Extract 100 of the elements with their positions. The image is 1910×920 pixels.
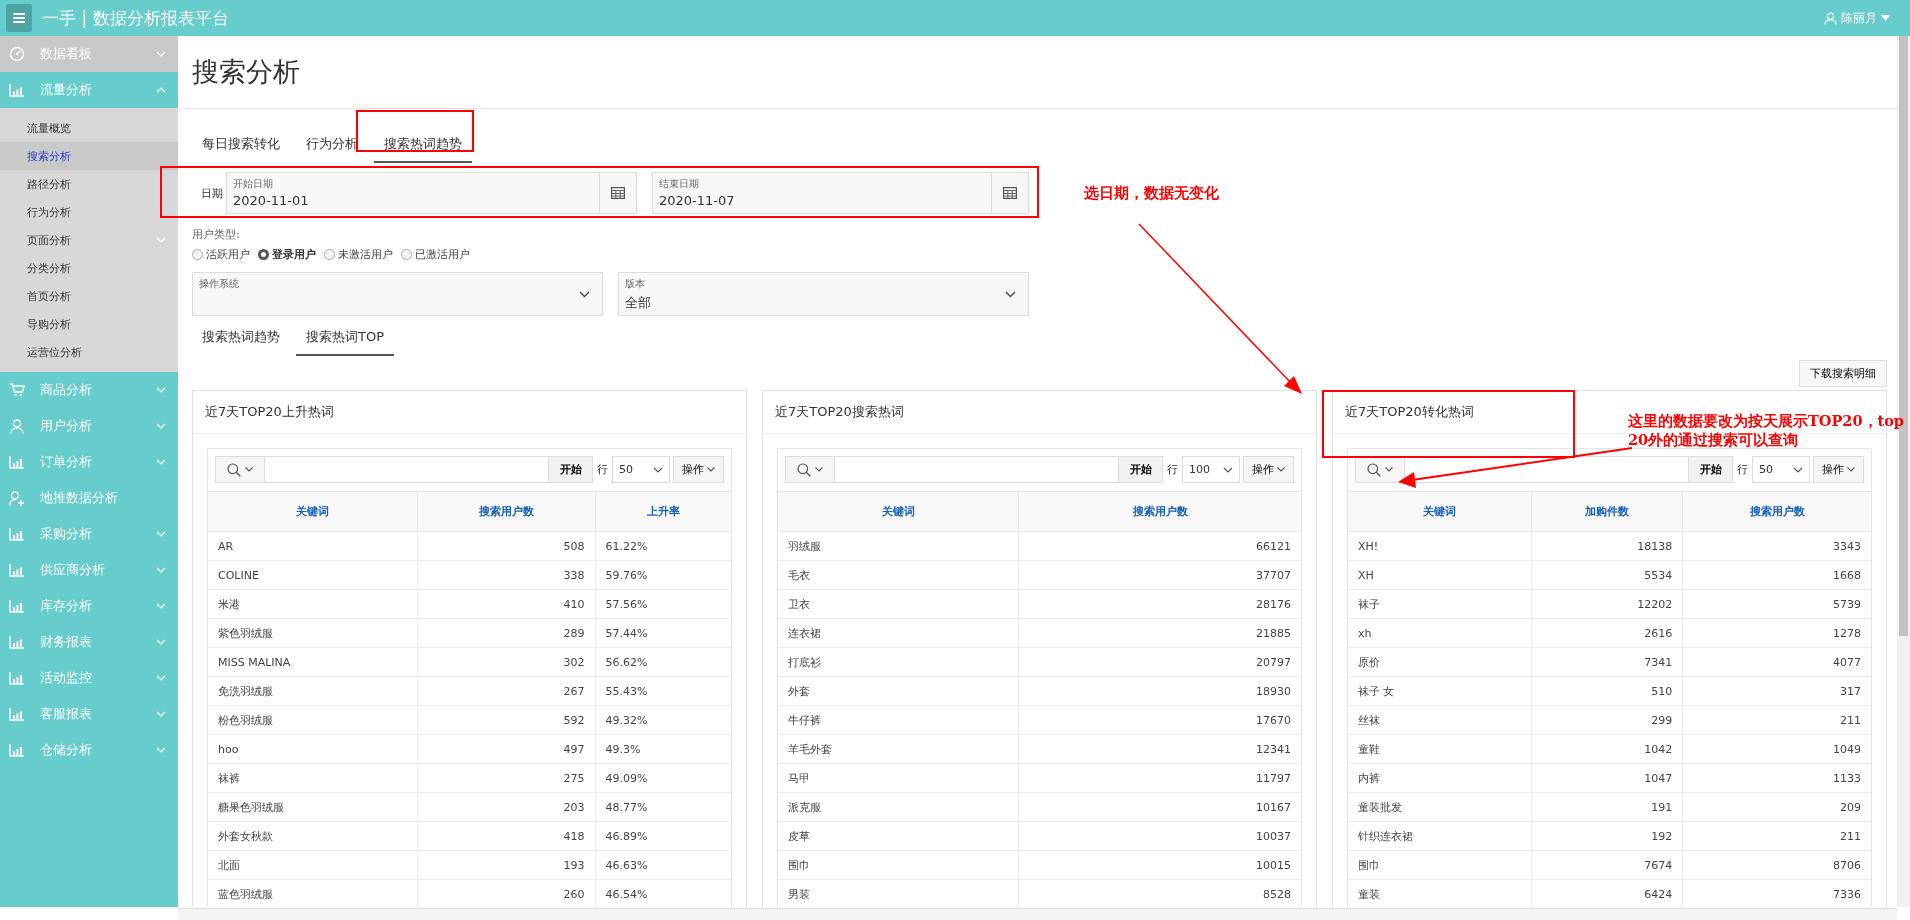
column-header[interactable]: 搜索用户数 <box>1018 491 1301 532</box>
table-cell: 毛衣 <box>788 568 810 582</box>
column-header[interactable]: 关键词 <box>1348 491 1532 532</box>
table-cell: 46.54% <box>605 887 648 901</box>
table-cell: 6424 <box>1644 887 1673 901</box>
table-cell: 袜子 女 <box>1358 684 1395 698</box>
tab[interactable]: 每日搜索转化 <box>192 131 290 163</box>
rows-select[interactable]: 50 <box>612 456 670 483</box>
bar-chart-icon <box>8 527 26 541</box>
table-cell: 260 <box>563 887 585 901</box>
table-cell: 5534 <box>1644 568 1673 582</box>
column-header[interactable]: 加购件数 <box>1531 491 1683 532</box>
download-button[interactable]: 下载搜索明细 <box>1799 360 1887 387</box>
rows-select[interactable]: 50 <box>1752 456 1810 483</box>
table-cell: 48.77% <box>605 800 648 814</box>
table-cell: 193 <box>563 858 585 872</box>
chevron-down-icon <box>1223 466 1233 473</box>
rows-select[interactable]: 100 <box>1182 456 1240 483</box>
radio-option[interactable]: 未激活用户 <box>324 247 393 262</box>
horizontal-scrollbar[interactable] <box>178 908 1897 920</box>
column-header[interactable]: 关键词 <box>778 491 1019 532</box>
table-cell: 12341 <box>1256 742 1291 756</box>
radio-option[interactable]: 登录用户 <box>258 247 316 262</box>
tab[interactable]: 行为分析 <box>296 131 368 163</box>
table-cell: 20797 <box>1256 655 1291 669</box>
go-button[interactable]: 开始 <box>1119 456 1163 483</box>
table-cell: 46.63% <box>605 858 648 872</box>
go-button[interactable]: 开始 <box>1689 456 1733 483</box>
radio-button[interactable] <box>401 249 412 260</box>
submenu-item[interactable]: 行为分析 <box>0 198 178 226</box>
radio-button[interactable] <box>324 249 335 260</box>
table-cell: 57.44% <box>605 626 648 640</box>
actions-button[interactable]: 操作 <box>673 456 724 483</box>
table-cell: 302 <box>563 655 585 669</box>
nav-label: 客服报表 <box>40 705 93 723</box>
table-cell: 191 <box>1651 800 1673 814</box>
menu-button[interactable] <box>6 4 32 32</box>
column-header[interactable]: 搜索用户数 <box>417 491 595 532</box>
radio-button[interactable] <box>258 249 269 260</box>
radio-option[interactable]: 已激活用户 <box>401 247 470 262</box>
table-cell: 203 <box>563 800 585 814</box>
table-cell: COLINE <box>218 568 259 582</box>
table-cell: 羊毛外套 <box>788 742 832 756</box>
actions-button[interactable]: 操作 <box>1813 456 1864 483</box>
panel-title: 近7天TOP20搜索热词 <box>763 391 1316 434</box>
cart-icon <box>8 383 26 397</box>
date-field[interactable]: 开始日期 2020-11-01 <box>226 172 637 214</box>
table-cell: 1042 <box>1644 742 1673 756</box>
table-cell: 粉色羽绒服 <box>218 713 273 727</box>
submenu-item[interactable]: 搜索分析 <box>0 142 178 170</box>
table-cell: 袜子 <box>1358 597 1380 611</box>
table-cell: 418 <box>563 829 585 843</box>
chevron-down-icon <box>815 467 823 472</box>
nav-label: 活动监控 <box>40 669 93 687</box>
table-cell: 289 <box>563 626 585 640</box>
bar-chart-icon <box>8 563 26 577</box>
submenu-item[interactable]: 页面分析 <box>0 226 178 254</box>
chevron-down-icon <box>1005 290 1016 298</box>
tab[interactable]: 搜索热词趋势 <box>374 131 472 163</box>
table-cell: 10167 <box>1256 800 1291 814</box>
actions-button[interactable]: 操作 <box>1243 456 1294 483</box>
chevron-down-icon <box>1385 467 1393 472</box>
table-cell: 275 <box>563 771 585 785</box>
nav-label: 采购分析 <box>40 525 93 543</box>
table-cell: 北面 <box>218 858 240 872</box>
date-field[interactable]: 结束日期 2020-11-07 <box>652 172 1029 214</box>
search-field[interactable] <box>265 456 549 483</box>
table-cell: XH! <box>1358 539 1379 553</box>
tab[interactable]: 搜索热词TOP <box>296 324 394 356</box>
search-column-button[interactable] <box>785 456 835 483</box>
column-header[interactable]: 搜索用户数 <box>1682 491 1871 532</box>
table-cell: 21885 <box>1256 626 1291 640</box>
column-header[interactable]: 关键词 <box>208 491 418 532</box>
radio-option[interactable]: 活跃用户 <box>192 247 250 262</box>
table-cell: 61.22% <box>605 539 648 553</box>
radio-button[interactable] <box>192 249 203 260</box>
table-cell: 592 <box>563 713 585 727</box>
table-cell: 57.56% <box>605 597 648 611</box>
table-cell: 12202 <box>1637 597 1673 611</box>
submenu-item[interactable]: 路径分析 <box>0 170 178 198</box>
table-cell: 267 <box>563 684 585 698</box>
select-field[interactable]: 操作系统 <box>192 272 603 316</box>
go-button[interactable]: 开始 <box>549 456 593 483</box>
bar-chart-icon <box>8 635 26 649</box>
submenu-item[interactable]: 首页分析 <box>0 282 178 310</box>
table-cell: 5739 <box>1833 597 1861 611</box>
search-column-button[interactable] <box>215 456 265 483</box>
search-column-button[interactable] <box>1355 456 1405 483</box>
user-icon <box>8 418 26 434</box>
search-icon <box>1367 462 1381 477</box>
column-header[interactable]: 上升率 <box>595 491 731 532</box>
submenu-item[interactable]: 分类分析 <box>0 254 178 282</box>
tab[interactable]: 搜索热词趋势 <box>192 324 290 356</box>
submenu-item[interactable]: 运营位分析 <box>0 338 178 366</box>
search-field[interactable] <box>835 456 1119 483</box>
submenu-item[interactable]: 流量概览 <box>0 114 178 142</box>
submenu-item[interactable]: 导购分析 <box>0 310 178 338</box>
select-field[interactable]: 版本 全部 <box>618 272 1029 316</box>
table-cell: 192 <box>1651 829 1673 843</box>
search-icon <box>797 462 811 477</box>
